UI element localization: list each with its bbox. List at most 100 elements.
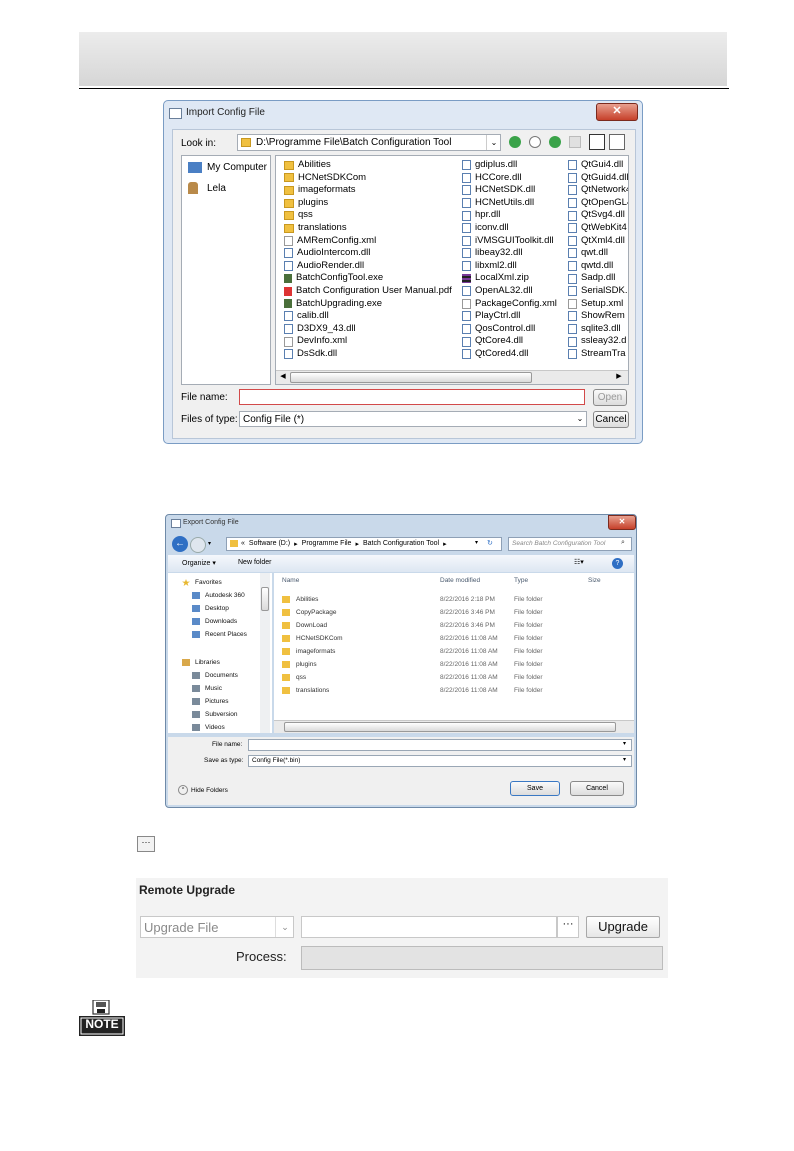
file-item[interactable]: gdiplus.dll: [462, 159, 557, 172]
file-item[interactable]: QtGui4.dll: [568, 159, 628, 172]
breadcrumb-segment[interactable]: Batch Configuration Tool: [363, 540, 439, 548]
nav-libraries[interactable]: Libraries: [182, 659, 220, 666]
file-item[interactable]: DsSdk.dll: [284, 348, 452, 361]
forward-icon[interactable]: [529, 136, 541, 148]
breadcrumb[interactable]: «Software (D:) ▸ Programme File ▸ Batch Conf…: [241, 540, 447, 548]
nav-item[interactable]: Autodesk 360: [192, 592, 245, 599]
file-item[interactable]: BatchUpgrading.exe: [284, 298, 452, 311]
file-item[interactable]: plugins: [284, 197, 452, 210]
place-my-computer[interactable]: My Computer: [188, 162, 267, 173]
file-name-input[interactable]: [239, 389, 585, 405]
breadcrumb-segment[interactable]: Programme File: [302, 540, 352, 548]
forward-icon[interactable]: [190, 537, 206, 553]
cancel-button[interactable]: Cancel: [593, 411, 629, 428]
file-item[interactable]: ShowRem: [568, 310, 628, 323]
chevron-down-icon[interactable]: ⌄: [275, 917, 294, 937]
scrollbar-thumb[interactable]: [261, 587, 269, 611]
hide-folders-toggle[interactable]: ^ Hide Folders: [178, 785, 228, 795]
nav-item[interactable]: Subversion: [192, 711, 238, 718]
file-item[interactable]: calib.dll: [284, 310, 452, 323]
file-name-input[interactable]: ▾: [248, 739, 632, 751]
refresh-icon[interactable]: ↻: [487, 539, 493, 547]
table-row[interactable]: DownLoad 8/22/2016 3:46 PM File folder: [274, 619, 634, 632]
file-item[interactable]: QtCored4.dll: [462, 348, 557, 361]
table-row[interactable]: qss 8/22/2016 11:08 AM File folder: [274, 671, 634, 684]
horizontal-scrollbar[interactable]: ◀ ▶: [276, 370, 628, 384]
file-item[interactable]: AudioIntercom.dll: [284, 247, 452, 260]
file-item[interactable]: QtXml4.dll: [568, 235, 628, 248]
save-button[interactable]: Save: [510, 781, 560, 796]
nav-item[interactable]: Music: [192, 685, 222, 692]
new-folder-icon[interactable]: [569, 136, 581, 148]
column-date-modified[interactable]: Date modified: [440, 577, 480, 584]
file-item[interactable]: libxml2.dll: [462, 260, 557, 273]
scroll-left-icon[interactable]: ◀: [278, 372, 288, 382]
scrollbar-thumb[interactable]: [290, 372, 532, 383]
scrollbar-thumb[interactable]: [284, 722, 616, 732]
file-item[interactable]: Batch Configuration User Manual.pdf: [284, 285, 452, 298]
file-item[interactable]: Sadp.dll: [568, 272, 628, 285]
file-item[interactable]: StreamTra: [568, 348, 628, 361]
place-user[interactable]: Lela: [188, 182, 226, 194]
file-item[interactable]: QtSvg4.dll: [568, 209, 628, 222]
breadcrumb-segment[interactable]: ▸: [443, 540, 447, 548]
table-row[interactable]: translations 8/22/2016 11:08 AM File folde…: [274, 684, 634, 697]
breadcrumb-segment[interactable]: «: [241, 540, 245, 548]
file-item[interactable]: Abilities: [284, 159, 452, 172]
file-item[interactable]: QosControl.dll: [462, 323, 557, 336]
table-row[interactable]: imageformats 8/22/2016 11:08 AM File folde…: [274, 645, 634, 658]
column-type[interactable]: Type: [514, 577, 528, 584]
file-item[interactable]: HCCore.dll: [462, 172, 557, 185]
breadcrumb-segment[interactable]: ▸: [294, 540, 298, 548]
chevron-down-icon[interactable]: ▾: [623, 756, 626, 763]
search-icon[interactable]: ⌕: [621, 539, 625, 547]
file-item[interactable]: iconv.dll: [462, 222, 557, 235]
upgrade-file-select[interactable]: Upgrade File ⌄: [140, 916, 294, 938]
table-row[interactable]: plugins 8/22/2016 11:08 AM File folder: [274, 658, 634, 671]
close-button[interactable]: ✕: [596, 103, 638, 121]
horizontal-scrollbar[interactable]: [274, 720, 634, 733]
breadcrumb-segment[interactable]: ▸: [355, 540, 359, 548]
file-item[interactable]: AudioRender.dll: [284, 260, 452, 273]
nav-favorites[interactable]: Favorites: [182, 579, 222, 586]
list-view-icon[interactable]: [589, 134, 605, 150]
files-of-type-select[interactable]: Config File (*) ⌄: [239, 411, 587, 427]
nav-item[interactable]: Videos: [192, 724, 225, 731]
save-as-type-select[interactable]: Config File(*.bin) ▾: [248, 755, 632, 767]
file-item[interactable]: translations: [284, 222, 452, 235]
file-item[interactable]: BatchConfigTool.exe: [284, 272, 452, 285]
back-icon[interactable]: ←: [172, 536, 188, 552]
file-item[interactable]: hpr.dll: [462, 209, 557, 222]
address-bar[interactable]: «Software (D:) ▸ Programme File ▸ Batch Conf…: [226, 537, 502, 551]
view-options-icon[interactable]: ☷▾: [574, 558, 592, 568]
table-row[interactable]: HCNetSDKCom 8/22/2016 11:08 AM File folder: [274, 632, 634, 645]
file-item[interactable]: imageformats: [284, 184, 452, 197]
file-item[interactable]: D3DX9_43.dll: [284, 323, 452, 336]
file-item[interactable]: QtWebKit4: [568, 222, 628, 235]
nav-item[interactable]: Recent Places: [192, 631, 247, 638]
file-item[interactable]: HCNetUtils.dll: [462, 197, 557, 210]
file-item[interactable]: iVMSGUIToolkit.dll: [462, 235, 557, 248]
chevron-down-icon[interactable]: ⌄: [574, 412, 586, 426]
close-button[interactable]: ✕: [608, 515, 636, 530]
nav-item[interactable]: Desktop: [192, 605, 229, 612]
browse-button[interactable]: ···: [137, 836, 155, 852]
cancel-button[interactable]: Cancel: [570, 781, 624, 796]
open-button[interactable]: Open: [593, 389, 627, 406]
file-item[interactable]: SerialSDK.: [568, 285, 628, 298]
chevron-down-icon[interactable]: ▾: [475, 539, 478, 546]
file-item[interactable]: HCNetSDK.dll: [462, 184, 557, 197]
file-item[interactable]: PackageConfig.xml: [462, 298, 557, 311]
file-item[interactable]: sqlite3.dll: [568, 323, 628, 336]
new-folder-button[interactable]: New folder: [238, 559, 271, 566]
table-row[interactable]: CopyPackage 8/22/2016 3:46 PM File folder: [274, 606, 634, 619]
breadcrumb-segment[interactable]: Software (D:): [249, 540, 290, 548]
file-item[interactable]: PlayCtrl.dll: [462, 310, 557, 323]
file-item[interactable]: ssleay32.d: [568, 335, 628, 348]
scroll-right-icon[interactable]: ▶: [614, 372, 624, 382]
file-item[interactable]: QtCore4.dll: [462, 335, 557, 348]
help-icon[interactable]: ?: [612, 558, 623, 569]
file-item[interactable]: qss: [284, 209, 452, 222]
nav-item[interactable]: Pictures: [192, 698, 228, 705]
nav-item[interactable]: Documents: [192, 672, 238, 679]
